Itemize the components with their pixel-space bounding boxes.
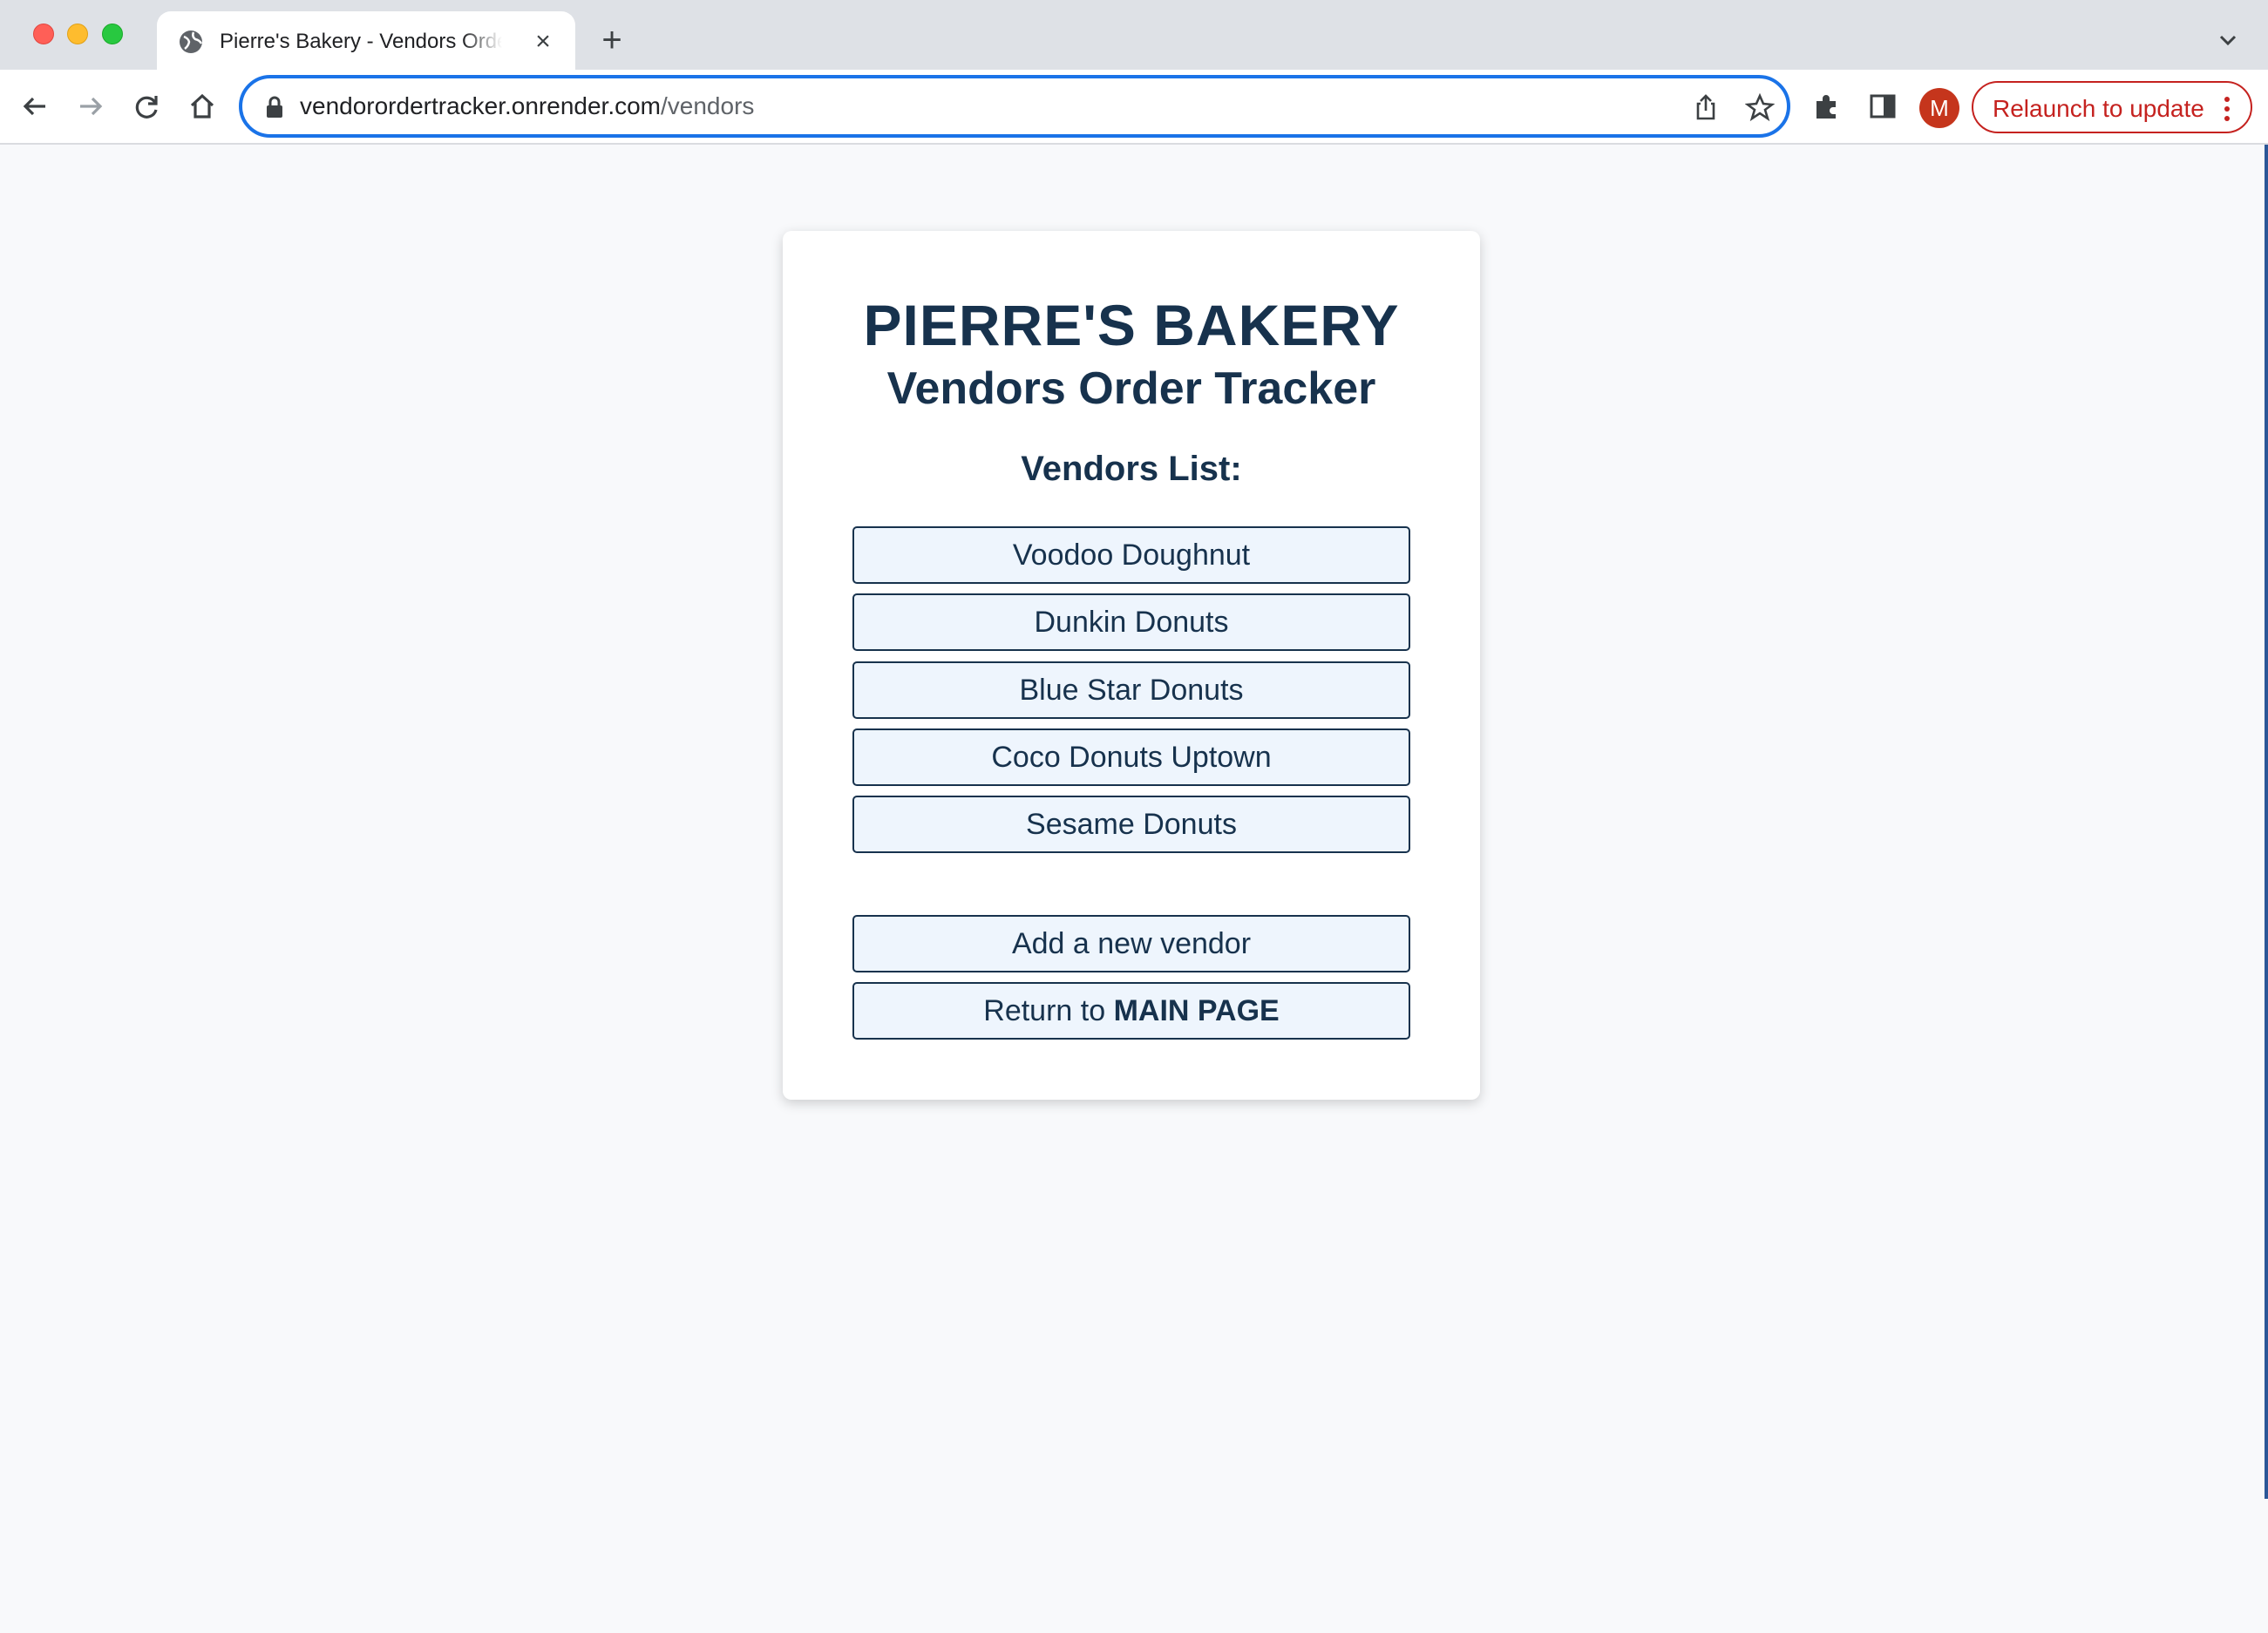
bookmark-star-icon[interactable]: [1745, 92, 1775, 122]
page-title: PIERRE'S BAKERY: [863, 293, 1400, 357]
return-prefix: Return to: [983, 994, 1114, 1027]
side-panel-icon[interactable]: [1867, 91, 1898, 122]
extensions-puzzle-icon[interactable]: [1811, 91, 1843, 122]
new-tab-button[interactable]: +: [596, 23, 628, 58]
window-edge-divider: [2265, 145, 2268, 1499]
return-emphasis: MAIN PAGE: [1113, 994, 1280, 1027]
vendor-link-coco-donuts-uptown[interactable]: Coco Donuts Uptown: [852, 728, 1410, 786]
add-vendor-button[interactable]: Add a new vendor: [852, 915, 1410, 972]
return-main-page-button[interactable]: Return to MAIN PAGE: [852, 982, 1410, 1040]
page-subtitle: Vendors Order Tracker: [886, 363, 1376, 414]
vendors-card: PIERRE'S BAKERY Vendors Order Tracker Ve…: [783, 231, 1480, 1100]
share-icon[interactable]: [1691, 92, 1721, 122]
browser-tabstrip: Pierre's Bakery - Vendors Order Tracker …: [0, 0, 2268, 70]
chevron-down-icon[interactable]: [2214, 26, 2242, 54]
profile-avatar[interactable]: M: [1919, 88, 1959, 128]
back-arrow-icon[interactable]: [17, 89, 52, 124]
browser-toolbar: vendorordertracker.onrender.com/vendors …: [0, 70, 2268, 145]
browser-tab-active[interactable]: Pierre's Bakery - Vendors Order Tracker …: [157, 11, 575, 70]
url-path: /vendors: [661, 92, 755, 119]
url-text[interactable]: vendorordertracker.onrender.com/vendors: [300, 91, 754, 122]
url-host: vendorordertracker.onrender.com: [300, 92, 661, 119]
vendor-link-sesame-donuts[interactable]: Sesame Donuts: [852, 796, 1410, 853]
lock-icon[interactable]: [265, 96, 284, 119]
vendors-list-heading: Vendors List:: [1021, 450, 1242, 488]
window-zoom-button[interactable]: [102, 24, 123, 44]
tab-close-icon[interactable]: ×: [530, 29, 556, 55]
vendor-link-dunkin-donuts[interactable]: Dunkin Donuts: [852, 593, 1410, 651]
relaunch-label: Relaunch to update: [1993, 95, 2204, 122]
vendor-link-blue-star-donuts[interactable]: Blue Star Donuts: [852, 661, 1410, 719]
window-minimize-button[interactable]: [67, 24, 88, 44]
globe-icon: [180, 30, 203, 53]
forward-arrow-icon[interactable]: [73, 89, 108, 124]
address-bar[interactable]: vendorordertracker.onrender.com/vendors: [239, 75, 1790, 138]
relaunch-to-update-button[interactable]: Relaunch to update: [1972, 81, 2252, 133]
reload-icon[interactable]: [129, 89, 164, 124]
home-icon[interactable]: [185, 89, 220, 124]
more-vertical-icon: [2224, 97, 2230, 121]
tab-title: Pierre's Bakery - Vendors Order Tracker: [220, 30, 502, 53]
vendor-link-voodoo-doughnut[interactable]: Voodoo Doughnut: [852, 526, 1410, 584]
window-close-button[interactable]: [33, 24, 54, 44]
